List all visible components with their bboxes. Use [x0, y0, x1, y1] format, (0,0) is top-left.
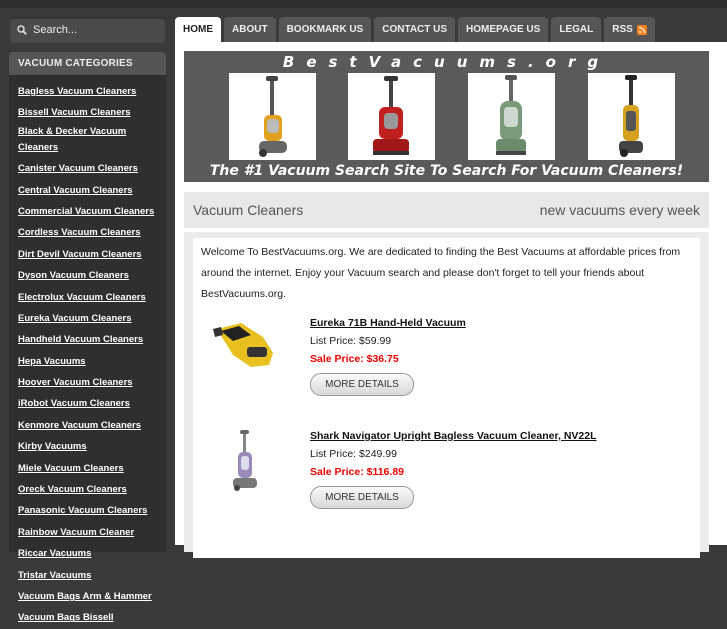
category-link[interactable]: Kenmore Vacuum Cleaners	[18, 418, 141, 434]
product-link[interactable]: Eureka 71B Hand-Held Vacuum	[310, 317, 466, 329]
vacuum-image	[468, 73, 555, 160]
category-link[interactable]: Kirby Vacuums	[18, 439, 87, 455]
vacuum-image	[229, 73, 316, 160]
product-list-price: List Price: $59.99	[310, 335, 392, 347]
banner-tagline: The #1 Vacuum Search Site To Search For …	[209, 163, 684, 179]
product-sale-price: Sale Price: $36.75	[310, 353, 399, 365]
top-strip	[0, 0, 727, 8]
header-banner: BestVacuums.org The #1 Vacuum Search Sit…	[184, 51, 709, 182]
category-link[interactable]: Hepa Vacuums	[18, 354, 86, 370]
tab-rss[interactable]: RSS	[604, 17, 655, 42]
search-icon	[17, 25, 27, 35]
content-panel: BestVacuums.org The #1 Vacuum Search Sit…	[175, 42, 727, 558]
category-link[interactable]: Vacuum Bags Bissell	[18, 610, 114, 626]
tab-home[interactable]: HOME	[175, 17, 221, 42]
category-link[interactable]: Central Vacuum Cleaners	[18, 183, 133, 199]
vacuum-image	[588, 73, 675, 160]
rss-icon	[636, 24, 647, 35]
category-link[interactable]: Bissell Vacuum Cleaners	[18, 105, 130, 121]
vacuum-image	[348, 73, 435, 160]
category-link[interactable]: Riccar Vacuums	[18, 546, 91, 562]
category-link[interactable]: Tristar Vacuums	[18, 568, 91, 584]
category-link[interactable]: Handheld Vacuum Cleaners	[18, 332, 143, 348]
product-image	[213, 323, 273, 367]
category-link[interactable]: Black & Decker Vacuum Cleaners	[18, 124, 143, 156]
category-link[interactable]: Rainbow Vacuum Cleaner	[18, 525, 134, 541]
category-list: Bagless Vacuum Cleaners Bissell Vacuum C…	[9, 75, 166, 629]
tab-legal[interactable]: LEGAL	[551, 17, 602, 42]
banner-title: BestVacuums.org	[282, 53, 611, 71]
category-link[interactable]: Cordless Vacuum Cleaners	[18, 225, 141, 241]
section-subtitle: new vacuums every week	[539, 202, 700, 218]
main-nav: HOME ABOUT BOOKMARK US CONTACT US HOMEPA…	[175, 17, 655, 42]
section-title: Vacuum Cleaners	[193, 202, 304, 218]
category-link[interactable]: Dyson Vacuum Cleaners	[18, 268, 129, 284]
more-details-button[interactable]: MORE DETAILS	[310, 373, 414, 396]
category-link[interactable]: iRobot Vacuum Cleaners	[18, 396, 130, 412]
category-link[interactable]: Oreck Vacuum Cleaners	[18, 482, 127, 498]
category-link[interactable]: Commercial Vacuum Cleaners	[18, 204, 154, 220]
content-inner: Welcome To BestVacuums.org. We are dedic…	[193, 238, 700, 558]
category-link[interactable]: Miele Vacuum Cleaners	[18, 461, 124, 477]
product-sale-price: Sale Price: $116.89	[310, 466, 404, 478]
search-input[interactable]: Search...	[9, 17, 166, 43]
tab-homepage-us[interactable]: HOMEPAGE US	[458, 17, 549, 42]
category-link[interactable]: Panasonic Vacuum Cleaners	[18, 503, 147, 519]
sidebar-heading: VACUUM CATEGORIES	[9, 52, 166, 75]
category-link[interactable]: Hoover Vacuum Cleaners	[18, 375, 133, 391]
content-body: Welcome To BestVacuums.org. We are dedic…	[184, 232, 709, 558]
category-link[interactable]: Canister Vacuum Cleaners	[18, 161, 138, 177]
product-image	[233, 430, 257, 491]
tab-about[interactable]: ABOUT	[224, 17, 276, 42]
intro-text: Welcome To BestVacuums.org. We are dedic…	[201, 246, 681, 300]
category-link[interactable]: Dirt Devil Vacuum Cleaners	[18, 247, 142, 263]
category-link[interactable]: Vacuum Bags Arm & Hammer	[18, 589, 152, 605]
search-placeholder: Search...	[33, 24, 78, 36]
tab-bookmark-us[interactable]: BOOKMARK US	[278, 17, 372, 42]
category-link[interactable]: Bagless Vacuum Cleaners	[18, 84, 136, 100]
tab-rss-label: RSS	[612, 24, 633, 35]
product-link[interactable]: Shark Navigator Upright Bagless Vacuum C…	[310, 430, 597, 442]
category-link[interactable]: Electrolux Vacuum Cleaners	[18, 290, 146, 306]
category-link[interactable]: Eureka Vacuum Cleaners	[18, 311, 132, 327]
sidebar: VACUUM CATEGORIES Bagless Vacuum Cleaner…	[9, 52, 166, 623]
product-list-price: List Price: $249.99	[310, 448, 397, 460]
section-header: Vacuum Cleaners new vacuums every week	[184, 192, 709, 228]
more-details-button[interactable]: MORE DETAILS	[310, 486, 414, 509]
tab-contact-us[interactable]: CONTACT US	[374, 17, 456, 42]
